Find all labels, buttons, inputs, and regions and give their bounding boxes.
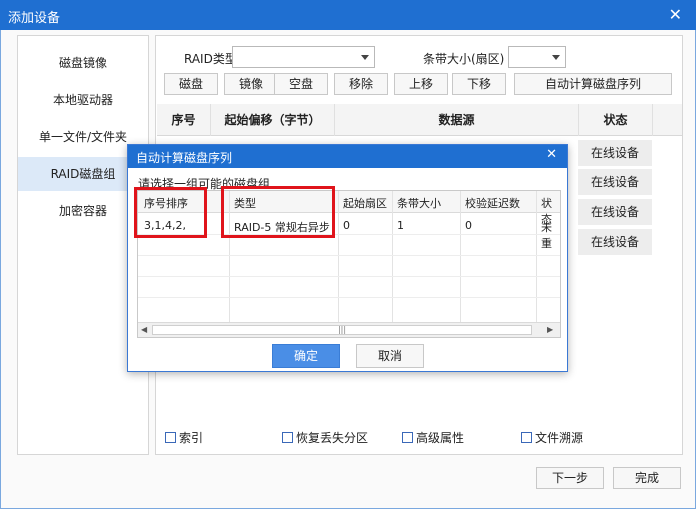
close-icon[interactable]: ✕ [546,147,557,162]
dialog-title: 自动计算磁盘序列 [136,151,233,165]
image-button[interactable]: 镜像 [224,73,278,95]
dialog-title-bar: 自动计算磁盘序列 ✕ [128,145,567,168]
row-parity-delay[interactable]: 0 [465,219,472,232]
auto-calc-sequence-button[interactable]: 自动计算磁盘序列 [514,73,672,95]
move-down-button[interactable]: 下移 [452,73,506,95]
sidebar-item-label: 磁盘镜像 [58,56,107,70]
disk-grid-header: 序号 起始偏移（字节） 数据源 状态 [157,104,682,136]
cancel-button[interactable]: 取消 [356,344,424,368]
sidebar-item-label: 加密容器 [58,204,107,218]
highlight-box-order [134,187,207,238]
recover-partition-label: 恢复丢失分区 [296,431,369,445]
stripe-size-label: 条带大小(扇区) [423,52,505,66]
disk-button[interactable]: 磁盘 [164,73,218,95]
sidebar-item-disk-image[interactable]: 磁盘镜像 [18,46,148,80]
file-trace-checkbox[interactable]: 文件溯源 [521,429,583,446]
index-label: 索引 [179,431,204,445]
col-source: 数据源 [335,104,579,136]
move-up-button[interactable]: 上移 [394,73,448,95]
advanced-attr-label: 高级属性 [416,431,465,445]
file-trace-label: 文件溯源 [535,431,584,445]
sidebar-item-label: RAID磁盘组 [50,167,116,181]
options-bar: 索引 恢复丢失分区 高级属性 文件溯源 [157,416,682,454]
stripe-size-select[interactable] [508,46,566,68]
scrollbar-thumb[interactable]: ||| [152,325,532,335]
recover-partition-checkbox[interactable]: 恢复丢失分区 [282,429,368,446]
raid-type-label: RAID类型 [184,52,237,66]
finish-button[interactable]: 完成 [613,467,681,489]
status-badge: 在线设备 [578,199,652,225]
horizontal-scrollbar[interactable]: ◀ ||| ▶ [138,322,560,337]
chevron-down-icon [361,55,369,60]
row-stripe-size[interactable]: 1 [397,219,404,232]
col-parity-delay: 校验延迟数 [465,197,520,210]
empty-disk-button[interactable]: 空盘 [274,73,328,95]
status-badge: 在线设备 [578,229,652,255]
col-offset: 起始偏移（字节） [211,104,335,136]
close-icon[interactable]: ✕ [669,5,682,24]
raid-type-select[interactable] [232,46,375,68]
status-badge: 在线设备 [578,169,652,195]
index-checkbox[interactable]: 索引 [165,429,203,446]
arrow-right-icon[interactable]: ▶ [547,325,553,334]
remove-button[interactable]: 移除 [334,73,388,95]
highlight-box-type [221,186,335,238]
sidebar-item-label: 单一文件/文件夹 [38,130,128,144]
chevron-down-icon [552,55,560,60]
col-stripe-size: 条带大小 [397,197,441,210]
ok-button[interactable]: 确定 [272,344,340,368]
advanced-attr-checkbox[interactable]: 高级属性 [402,429,464,446]
col-start-sector: 起始扇区 [343,197,387,210]
next-button[interactable]: 下一步 [536,467,604,489]
sidebar-item-label: 本地驱动器 [52,93,113,107]
sidebar-item-local-drive[interactable]: 本地驱动器 [18,83,148,117]
row-state[interactable]: 未重 [541,219,560,251]
window-title: 添加设备 [8,11,61,26]
title-bar: 添加设备 ✕ [0,0,696,30]
auto-calc-dialog: 自动计算磁盘序列 ✕ 请选择一组可能的磁盘组 序号排序 类型 起始扇区 条带大小… [127,144,568,372]
status-badge: 在线设备 [578,140,652,166]
col-status: 状态 [579,104,653,136]
col-index: 序号 [157,104,211,136]
arrow-left-icon[interactable]: ◀ [141,325,147,334]
row-start-sector[interactable]: 0 [343,219,350,232]
